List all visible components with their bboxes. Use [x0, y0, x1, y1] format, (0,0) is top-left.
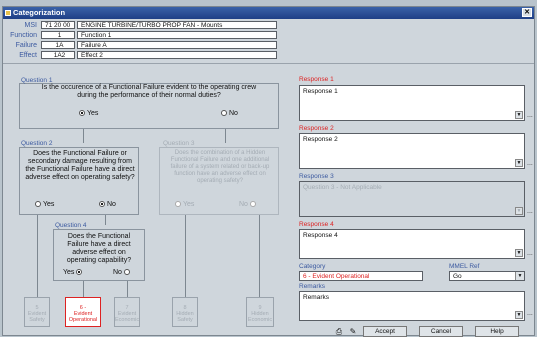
cancel-button[interactable]: Cancel: [419, 326, 463, 337]
question-1-text: Is the occurence of a Functional Failure…: [41, 84, 257, 99]
connector: [83, 281, 84, 297]
response-2-more-button[interactable]: ...: [527, 160, 537, 168]
remarks-field[interactable]: Remarks ▼: [299, 291, 525, 321]
response-2-field[interactable]: Response 2 ▼: [299, 133, 525, 169]
msi-label: MSI: [24, 22, 37, 29]
mmel-select[interactable]: Go ▼: [449, 271, 525, 281]
help-button[interactable]: Help: [475, 326, 519, 337]
effect-label: Effect: [19, 52, 37, 59]
window-title: Categorization: [13, 8, 66, 17]
connector: [83, 129, 84, 143]
category-label: Category: [299, 263, 326, 270]
connector: [225, 129, 226, 143]
effect-description: Effect 2: [77, 51, 277, 59]
scroll-down-icon: ▼: [515, 207, 523, 215]
edit-icon[interactable]: ✎: [347, 326, 359, 337]
response-3-field: Question 3 - Not Applicable ▼: [299, 181, 525, 217]
response-3-label: Response 3: [299, 173, 334, 180]
question-3-text: Does the combination of a Hidden Functio…: [170, 150, 270, 184]
function-label: Function: [10, 32, 37, 39]
question-2-yes[interactable]: Yes: [33, 201, 54, 208]
response-1-field[interactable]: Response 1 ▼: [299, 85, 525, 121]
failure-label: Failure: [15, 42, 37, 49]
response-1-more-button[interactable]: ...: [527, 112, 537, 120]
response-4-label: Response 4: [299, 221, 334, 228]
mmel-label: MMEL Ref: [449, 263, 480, 270]
accept-button[interactable]: Accept: [363, 326, 407, 337]
connector: [127, 281, 128, 297]
connector: [185, 215, 186, 297]
category-5-evident-safety: 5 Evident Safety: [24, 297, 50, 327]
close-icon[interactable]: ✕: [522, 8, 532, 17]
connector: [259, 215, 260, 297]
chevron-down-icon[interactable]: ▼: [515, 272, 524, 280]
category-7-evident-economic: 7 Evident Economic: [114, 297, 140, 327]
category-6-evident-operational: 6 - Evident Operational: [65, 297, 101, 327]
connector: [37, 215, 38, 297]
header-divider: [3, 63, 534, 64]
question-4-yes[interactable]: Yes: [63, 269, 84, 276]
question-1-no[interactable]: No: [219, 110, 238, 117]
question-4-text: Does the Functional Failure have a direc…: [66, 233, 132, 264]
msi-description: ENGINE TURBINE/TURBO PROP FAN - Mounts: [77, 21, 277, 29]
question-2-text: Does the Functional Failure or secondary…: [25, 150, 135, 181]
failure-code: 1A: [41, 41, 75, 49]
question-1-title: Question 1: [21, 77, 53, 84]
failure-description: Failure A: [77, 41, 277, 49]
scroll-down-icon[interactable]: ▼: [515, 159, 523, 167]
msi-code: 71 20 00: [41, 21, 75, 29]
category-9-hidden-economic: 9 Hidden Economic: [246, 297, 274, 327]
app-icon: [5, 10, 11, 16]
question-3-title: Question 3: [163, 140, 195, 147]
category-8-hidden-safety: 8 Hidden Safety: [172, 297, 198, 327]
connector: [105, 215, 106, 225]
question-1-yes[interactable]: Yes: [77, 110, 98, 117]
categorization-window: Categorization ✕ MSI 71 20 00 ENGINE TUR…: [2, 6, 537, 337]
response-2-label: Response 2: [299, 125, 334, 132]
function-code: 1: [41, 31, 75, 39]
question-2-title: Question 2: [21, 140, 53, 147]
title-bar: Categorization ✕: [3, 7, 534, 19]
remarks-label: Remarks: [299, 283, 326, 290]
response-3-more-button: ...: [527, 208, 533, 215]
question-4-no[interactable]: No: [113, 269, 132, 276]
response-1-label: Response 1: [299, 76, 334, 83]
category-field: 6 - Evident Operational: [299, 271, 423, 281]
question-3-yes: Yes: [173, 201, 194, 208]
scroll-down-icon[interactable]: ▼: [515, 249, 523, 257]
function-description: Function 1: [77, 31, 277, 39]
response-4-field[interactable]: Response 4 ▼: [299, 229, 525, 259]
question-4-title: Question 4: [55, 222, 87, 229]
scroll-down-icon[interactable]: ▼: [515, 311, 523, 319]
effect-code: 1A2: [41, 51, 75, 59]
remarks-more-button[interactable]: ...: [527, 310, 537, 318]
response-4-more-button[interactable]: ...: [527, 250, 537, 258]
print-icon[interactable]: ⎙: [333, 326, 345, 337]
question-3-no: No: [239, 201, 258, 208]
question-2-no[interactable]: No: [97, 201, 116, 208]
scroll-down-icon[interactable]: ▼: [515, 111, 523, 119]
